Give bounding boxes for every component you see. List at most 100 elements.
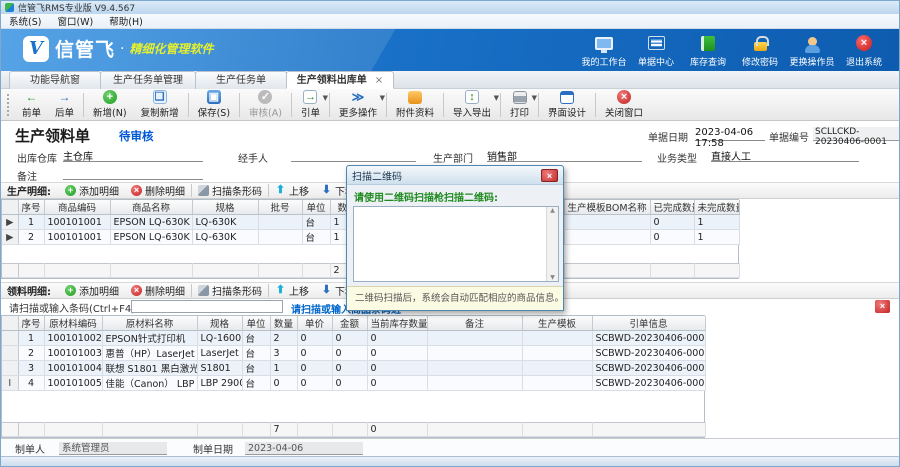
table-cell: 0 <box>367 423 427 437</box>
chevron-down-icon[interactable]: ▼ <box>380 94 385 102</box>
biztype-field[interactable]: 直接人工 <box>711 148 859 162</box>
toolbar-separator <box>291 93 292 117</box>
scan-icon <box>198 285 209 296</box>
move-up-button[interactable]: ⬆上移 <box>269 183 315 198</box>
table-cell: 佳能（Canon） LBP 2900+ 黑白激 <box>102 376 197 391</box>
table-cell: 4 <box>18 376 44 391</box>
handler-field[interactable] <box>291 148 416 162</box>
menu-help[interactable]: 帮助(H) <box>101 14 151 28</box>
next-doc-button[interactable]: →后单 <box>48 90 81 120</box>
tab-close-icon[interactable]: × <box>375 75 383 86</box>
material-table-header[interactable]: 序号原材料编码原材料名称规格单位数量单价金额当前库存数量备注生产模板引单信息 <box>2 316 705 331</box>
table-row[interactable]: I4100101005佳能（Canon） LBP 2900+ 黑白激LBP 29… <box>2 376 705 391</box>
dialog-close-icon[interactable]: × <box>541 169 558 182</box>
tab-nav-window[interactable]: 功能导航窗 <box>9 71 101 89</box>
more-actions-button[interactable]: ≫更多操作▼ <box>332 90 384 120</box>
table-row[interactable]: 1100101002EPSON针式打印机LQ-1600K台2000SCBWD-2… <box>2 331 705 346</box>
chevron-down-icon[interactable]: ▼ <box>494 94 499 102</box>
audit-button: ✓审核(A) <box>242 90 289 120</box>
chevron-down-icon[interactable]: ▼ <box>532 94 537 102</box>
save-button[interactable]: ▣保存(S) <box>191 90 237 120</box>
document-center-button[interactable]: 单据中心 <box>631 32 681 68</box>
table-cell: SCBWD-20230406-0001 <box>592 346 705 361</box>
prev-doc-button[interactable]: ←前单 <box>15 90 48 120</box>
tab-task-管理[interactable]: 生产任务单管理 <box>100 71 196 89</box>
handler-label: 经手人 <box>238 150 268 165</box>
stock-query-button[interactable]: 库存查询 <box>683 32 733 68</box>
table-cell: 台 <box>302 215 330 230</box>
table-cell: 单价 <box>297 316 332 331</box>
dept-field[interactable]: 销售部 <box>487 148 642 162</box>
delete-detail-button[interactable]: ×删除明细 <box>125 283 191 298</box>
dialog-title-bar[interactable]: 扫描二维码 × <box>347 166 563 185</box>
workbench-button[interactable]: 我的工作台 <box>579 32 629 68</box>
save-icon: ▣ <box>207 90 221 104</box>
barcode-input[interactable] <box>131 300 283 313</box>
switch-operator-button[interactable]: 更换操作员 <box>787 32 837 68</box>
scroll-up-icon[interactable]: ▲ <box>550 207 555 214</box>
table-cell: EPSON针式打印机 <box>102 331 197 346</box>
app-window: 信管飞RMS专业版 V9.4.567 系统(S) 窗口(W) 帮助(H) V 信… <box>0 0 900 467</box>
title-bar: 信管飞RMS专业版 V9.4.567 <box>1 1 899 14</box>
table-row[interactable]: 70 <box>2 423 705 437</box>
table-cell <box>2 423 18 437</box>
toolbar-separator <box>386 93 387 117</box>
material-table[interactable]: 序号原材料编码原材料名称规格单位数量单价金额当前库存数量备注生产模板引单信息 1… <box>1 315 705 438</box>
scan-barcode-button[interactable]: 扫描条形码 <box>192 283 268 298</box>
warehouse-field[interactable]: 主仓库 <box>63 148 203 162</box>
table-cell <box>44 264 110 278</box>
table-cell: EPSON LQ-630K <box>110 215 192 230</box>
toolbar-separator <box>329 93 330 117</box>
table-cell <box>2 200 18 215</box>
import-export-button[interactable]: ↕导入导出▼ <box>446 90 498 120</box>
add-detail-button[interactable]: +添加明细 <box>59 183 125 198</box>
copy-new-button[interactable]: ❏复制新增 <box>134 90 186 120</box>
table-cell <box>694 264 739 278</box>
pull-order-button[interactable]: →引单▼ <box>294 90 327 120</box>
window-design-icon <box>560 91 574 104</box>
remark-field[interactable] <box>63 166 203 180</box>
book-icon <box>701 32 715 54</box>
menu-window[interactable]: 窗口(W) <box>49 14 101 28</box>
close-icon: × <box>617 90 631 104</box>
table-cell: 0 <box>297 361 332 376</box>
table-cell: 0 <box>650 215 694 230</box>
add-detail-button[interactable]: +添加明细 <box>59 283 125 298</box>
delete-detail-button[interactable]: ×删除明细 <box>125 183 191 198</box>
table-row[interactable]: 序号原材料编码原材料名称规格单位数量单价金额当前库存数量备注生产模板引单信息 <box>2 316 705 331</box>
close-window-button[interactable]: ×关闭窗口 <box>598 90 650 120</box>
table-cell <box>192 264 258 278</box>
chevron-down-icon[interactable]: ▼ <box>323 94 328 102</box>
scrollbar[interactable]: ▲▼ <box>546 207 558 281</box>
table-cell <box>2 331 18 346</box>
qr-input-area[interactable]: ▲▼ <box>353 206 559 282</box>
table-cell: ▶ <box>2 230 18 245</box>
new-button[interactable]: +新增(N) <box>86 90 134 120</box>
table-cell: 2 <box>270 331 297 346</box>
scroll-down-icon[interactable]: ▼ <box>550 274 555 281</box>
table-cell <box>297 423 332 437</box>
table-row[interactable]: 3100101004联想 S1801 黑白激光打印机S1801台1000SCBW… <box>2 361 705 376</box>
tab-material-outbound[interactable]: 生产领料出库单× <box>286 71 394 89</box>
doc-date-value[interactable]: 2023-04-06 17:58 <box>695 127 765 141</box>
arrow-left-icon: ← <box>25 90 39 104</box>
scan-barcode-button[interactable]: 扫描条形码 <box>192 183 268 198</box>
attachments-button[interactable]: 附件资料 <box>389 90 441 120</box>
table-cell: 惠普（HP）LaserJet 1020 <box>102 346 197 361</box>
ui-design-button[interactable]: 界面设计 <box>541 90 593 120</box>
table-row[interactable]: 2100101003惠普（HP）LaserJet 1020LaserJet 10… <box>2 346 705 361</box>
folder-icon <box>408 91 422 104</box>
tab-production-task[interactable]: 生产任务单 <box>195 71 287 89</box>
exit-system-button[interactable]: × 退出系统 <box>839 32 889 68</box>
product-section-title: 生产明细: <box>7 183 51 198</box>
table-cell: SCBWD-20230406-0001 <box>592 361 705 376</box>
table-cell <box>522 376 592 391</box>
move-up-button[interactable]: ⬆上移 <box>269 283 315 298</box>
close-panel-icon[interactable]: × <box>875 300 890 313</box>
menu-system[interactable]: 系统(S) <box>1 14 49 28</box>
print-button[interactable]: 打印▼ <box>503 90 536 120</box>
brand-name: 信管飞 <box>55 35 115 62</box>
material-table-body[interactable]: 1100101002EPSON针式打印机LQ-1600K台2000SCBWD-2… <box>2 331 705 391</box>
table-cell: 序号 <box>18 200 44 215</box>
change-password-button[interactable]: 修改密码 <box>735 32 785 68</box>
